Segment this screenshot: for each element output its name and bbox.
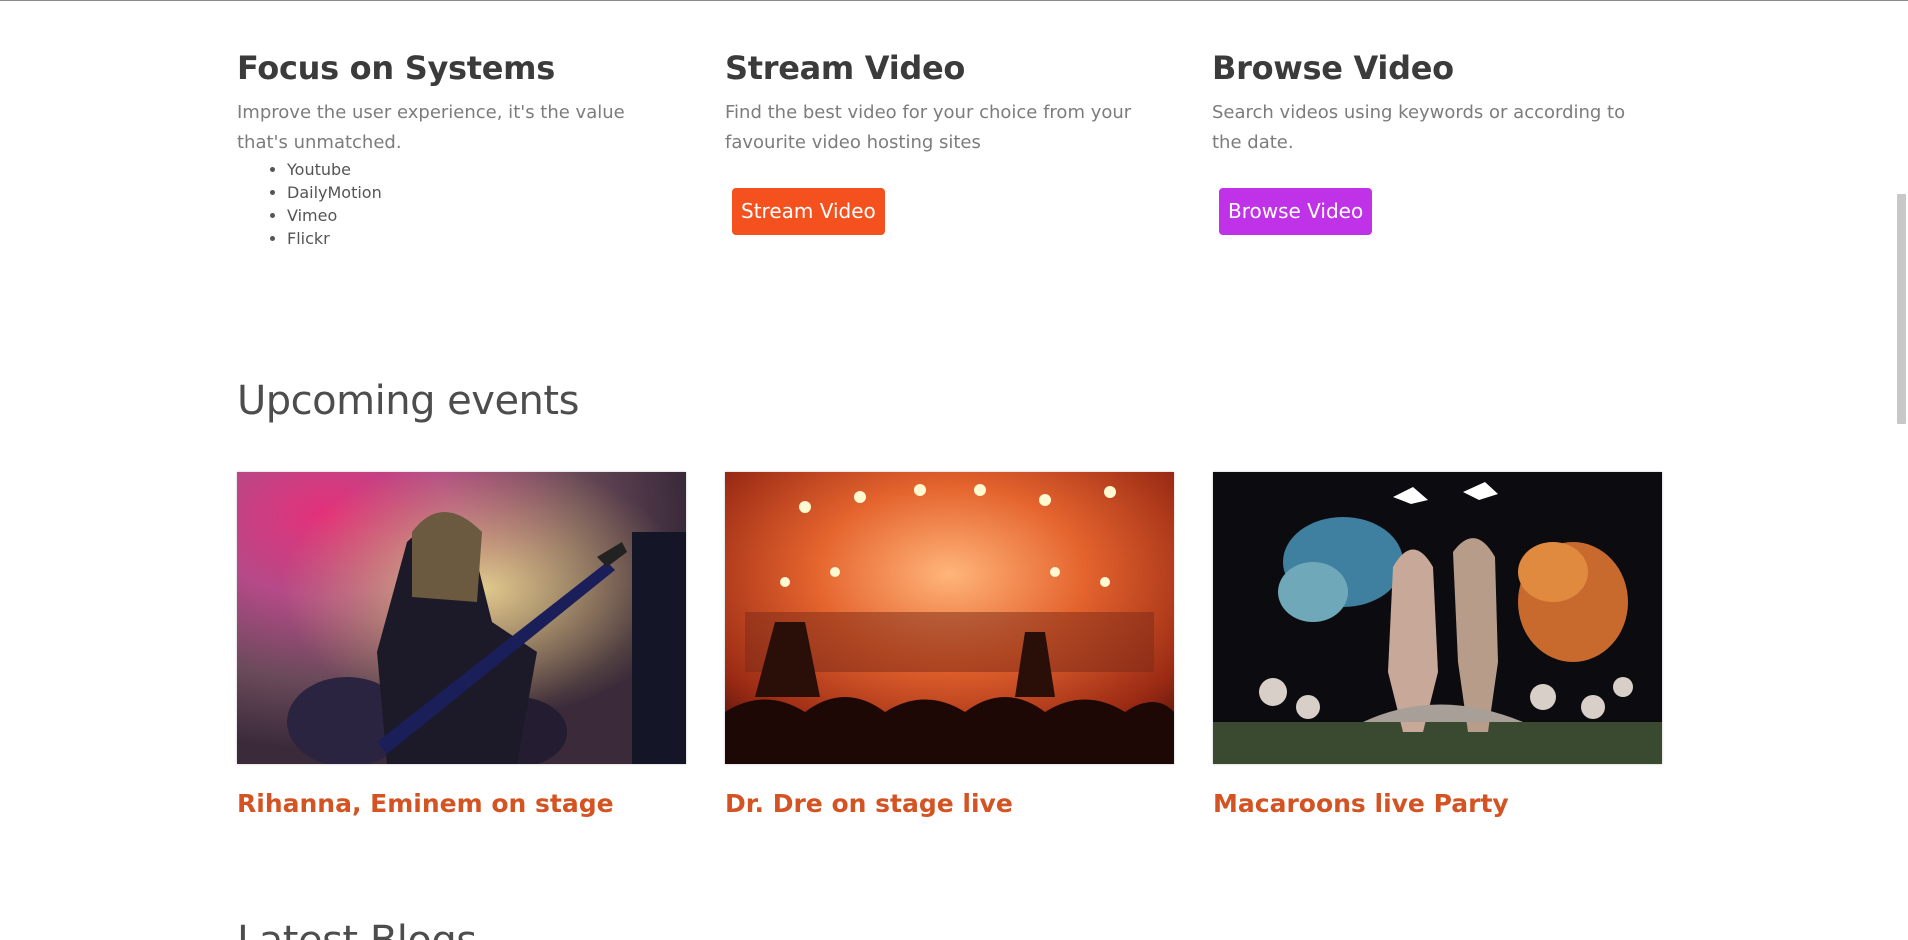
event-card: Macaroons live Party: [1213, 472, 1662, 818]
feature-title: Stream Video: [725, 49, 966, 87]
feature-title: Browse Video: [1212, 49, 1454, 87]
feature-description: Improve the user experience, it's the va…: [237, 102, 625, 153]
feature-description: Find the best video for your choice from…: [725, 102, 1132, 153]
feature-stream-video: Stream Video Find the best video for you…: [725, 48, 1155, 235]
top-border: [0, 0, 1908, 1]
browse-video-button[interactable]: Browse Video: [1219, 188, 1373, 235]
platform-list: Youtube DailyMotion Vimeo Flickr: [237, 158, 667, 250]
latest-blogs-title: Latest Blogs: [237, 918, 477, 940]
list-item: Youtube: [287, 158, 667, 181]
feature-description: Search videos using keywords or accordin…: [1212, 102, 1626, 153]
upcoming-events-title: Upcoming events: [237, 378, 579, 424]
event-caption-link[interactable]: Dr. Dre on stage live: [725, 789, 1174, 818]
list-item: Vimeo: [287, 204, 667, 227]
event-caption-link[interactable]: Macaroons live Party: [1213, 789, 1662, 818]
event-card: Rihanna, Eminem on stage: [237, 472, 686, 818]
feature-title: Focus on Systems: [237, 49, 555, 87]
stage-lights-concert-photo[interactable]: [725, 472, 1174, 764]
concert-guitarist-photo[interactable]: [237, 472, 686, 764]
event-caption-link[interactable]: Rihanna, Eminem on stage: [237, 789, 686, 818]
festival-sculpture-photo[interactable]: [1213, 472, 1662, 764]
feature-browse-video: Browse Video Search videos using keyword…: [1212, 48, 1642, 235]
list-item: Flickr: [287, 227, 667, 250]
feature-focus-systems: Focus on Systems Improve the user experi…: [237, 48, 667, 250]
list-item: DailyMotion: [287, 181, 667, 204]
scrollbar-thumb[interactable]: [1897, 194, 1906, 424]
event-card: Dr. Dre on stage live: [725, 472, 1174, 818]
vertical-scrollbar[interactable]: [1895, 1, 1908, 940]
stream-video-button[interactable]: Stream Video: [732, 188, 885, 235]
